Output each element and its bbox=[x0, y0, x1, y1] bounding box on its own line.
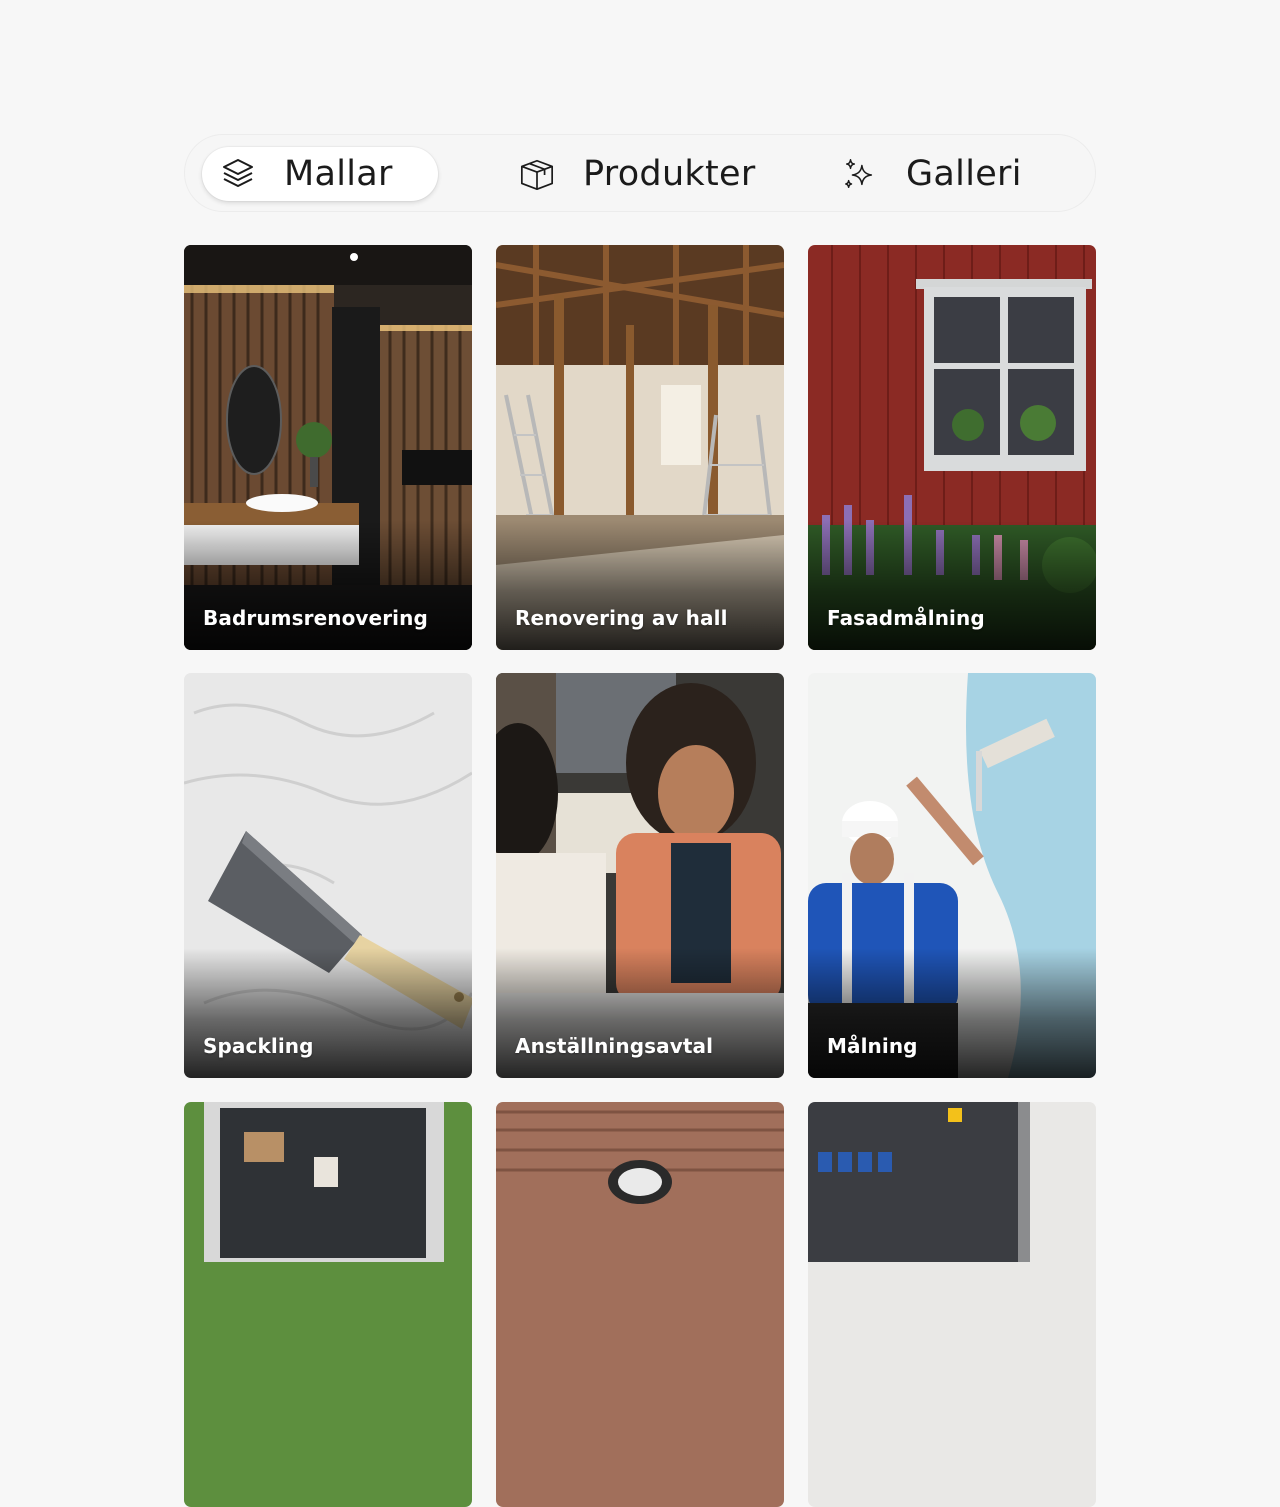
template-card-spackling[interactable]: Spackling bbox=[184, 673, 472, 1078]
card-title: Målning bbox=[827, 1034, 918, 1058]
template-card-fasadmalning[interactable]: Fasadmålning bbox=[808, 245, 1096, 650]
moving-van-image bbox=[184, 1102, 472, 1507]
template-card-malning[interactable]: Målning bbox=[808, 673, 1096, 1078]
layers-icon bbox=[220, 156, 256, 192]
template-tab-bar: Mallar Produkter Galleri bbox=[184, 134, 1096, 212]
sparkles-icon bbox=[842, 156, 878, 192]
tab-mallar[interactable]: Mallar bbox=[202, 147, 438, 201]
template-card-anstallningsavtal[interactable]: Anställningsavtal bbox=[496, 673, 784, 1078]
template-card[interactable] bbox=[496, 1102, 784, 1507]
card-title: Badrumsrenovering bbox=[203, 606, 428, 630]
wood-siding-image bbox=[496, 1102, 784, 1507]
tab-label: Produkter bbox=[583, 154, 756, 194]
template-card[interactable] bbox=[184, 1102, 472, 1507]
card-title: Spackling bbox=[203, 1034, 314, 1058]
tab-galleri[interactable]: Galleri bbox=[842, 147, 1022, 201]
tab-label: Mallar bbox=[284, 154, 393, 194]
tab-label: Galleri bbox=[906, 154, 1022, 194]
electrical-panel-image bbox=[808, 1102, 1096, 1507]
template-card[interactable] bbox=[808, 1102, 1096, 1507]
card-title: Fasadmålning bbox=[827, 606, 985, 630]
card-title: Anställningsavtal bbox=[515, 1034, 714, 1058]
template-card-badrumsrenovering[interactable]: Badrumsrenovering bbox=[184, 245, 472, 650]
template-card-renovering-av-hall[interactable]: Renovering av hall bbox=[496, 245, 784, 650]
package-icon bbox=[519, 156, 555, 192]
tab-produkter[interactable]: Produkter bbox=[519, 147, 756, 201]
card-title: Renovering av hall bbox=[515, 606, 728, 630]
